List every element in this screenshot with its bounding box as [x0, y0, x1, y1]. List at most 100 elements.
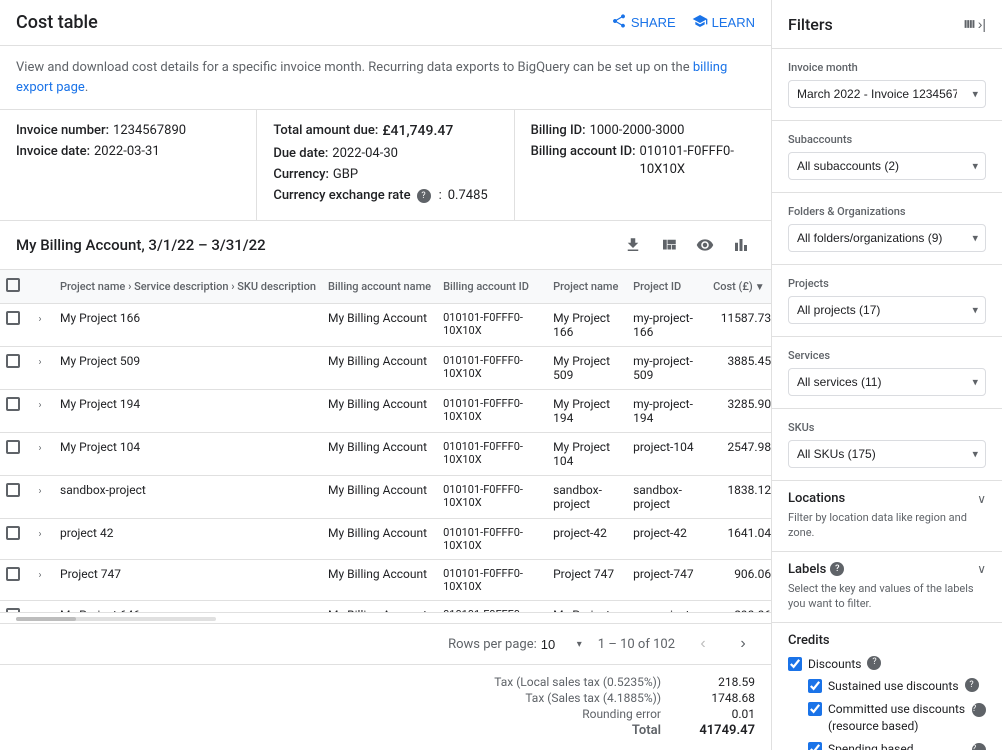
folders-select[interactable]: All folders/organizations (9): [788, 224, 986, 252]
table-body: › My Project 166 My Billing Account 0101…: [0, 304, 771, 612]
discounts-checkbox-label[interactable]: Discounts ?: [788, 656, 986, 673]
invoice-date-label: Invoice date:: [16, 143, 90, 161]
labels-help-icon[interactable]: ?: [830, 562, 844, 576]
filter-credits: Credits Discounts ? Sustained use discou…: [772, 623, 1002, 750]
services-select[interactable]: All services (11): [788, 368, 986, 396]
discounts-checkbox[interactable]: [788, 657, 802, 671]
table-row: › project 42 My Billing Account 010101-F…: [0, 519, 771, 560]
row-expand-cell[interactable]: ›: [26, 390, 54, 433]
summary-row-value: 41749.47: [685, 723, 755, 738]
data-table-wrapper: Project name › Service description › SKU…: [0, 269, 771, 612]
exchange-help-icon[interactable]: ?: [417, 189, 431, 203]
committed-use-label[interactable]: Committed use discounts (resource based)…: [808, 701, 986, 735]
share-button[interactable]: SHARE: [611, 13, 676, 32]
row-expand-cell[interactable]: ›: [26, 519, 54, 560]
skus-select[interactable]: All SKUs (175): [788, 440, 986, 468]
discounts-help-icon[interactable]: ?: [867, 656, 881, 670]
summary-row-value: 218.59: [685, 675, 755, 689]
prev-page-button[interactable]: ‹: [691, 632, 715, 656]
row-expand-cell[interactable]: ›: [26, 560, 54, 601]
billing-account-label: Billing account ID:: [531, 143, 636, 179]
filter-locations: Locations ∨ Filter by location data like…: [772, 481, 1002, 552]
summary-footer: Tax (Local sales tax (0.5235%)) 218.59 T…: [0, 664, 771, 750]
locations-header[interactable]: Locations ∨: [788, 491, 986, 506]
invoice-block-right: Billing ID: 1000-2000-3000 Billing accou…: [515, 110, 771, 220]
filter-services: Services All services (11): [772, 337, 1002, 409]
sustained-use-checkbox[interactable]: [808, 679, 822, 693]
learn-button[interactable]: LEARN: [692, 13, 755, 32]
row-checkbox-cell[interactable]: [0, 519, 26, 560]
locations-chevron: ∨: [977, 492, 986, 506]
row-expand-cell[interactable]: ›: [26, 476, 54, 519]
row-expand-btn[interactable]: ›: [32, 568, 48, 584]
filter-folders: Folders & Organizations All folders/orga…: [772, 193, 1002, 265]
labels-header[interactable]: Labels ? ∨: [788, 562, 986, 577]
row-expand-btn[interactable]: ›: [32, 441, 48, 457]
row-expand-cell[interactable]: ›: [26, 433, 54, 476]
discounts-group: Discounts ? Sustained use discounts ? Co…: [788, 656, 986, 750]
summary-row: Tax (Sales tax (4.1885%)) 1748.68: [16, 691, 755, 705]
row-expand-cell[interactable]: ›: [26, 347, 54, 390]
columns-button[interactable]: [655, 231, 683, 259]
row-checkbox-cell[interactable]: [0, 390, 26, 433]
table-row: › My Project 509 My Billing Account 0101…: [0, 347, 771, 390]
invoice-number-value: 1234567890: [113, 122, 186, 140]
spending-based-label[interactable]: Spending based discounts (contractual) ?: [808, 741, 986, 750]
row-checkbox-cell[interactable]: [0, 433, 26, 476]
due-date-label: Due date:: [273, 145, 328, 163]
collapse-filters-button[interactable]: ›|: [962, 12, 986, 36]
page-title: Cost table: [16, 12, 98, 33]
discounts-sub-group: Sustained use discounts ? Committed use …: [808, 678, 986, 750]
cost-table: Project name › Service description › SKU…: [0, 269, 771, 612]
invoice-month-select[interactable]: March 2022 - Invoice 1234567890: [788, 80, 986, 108]
row-checkbox-cell[interactable]: [0, 347, 26, 390]
sustained-help-icon[interactable]: ?: [965, 678, 979, 692]
row-checkbox-cell[interactable]: [0, 304, 26, 347]
row-checkbox-cell[interactable]: [0, 476, 26, 519]
chart-button[interactable]: [727, 231, 755, 259]
row-project-id: my-project-166: [627, 304, 707, 347]
labels-desc: Select the key and values of the labels …: [788, 581, 986, 612]
committed-use-checkbox[interactable]: [808, 702, 822, 716]
row-billing-id: 010101-F0FFF0-10X10X: [437, 476, 547, 519]
table-title: My Billing Account, 3/1/22 – 3/31/22: [16, 236, 266, 254]
row-billing-id: 010101-F0FFF0-10X10X: [437, 601, 547, 612]
projects-select[interactable]: All projects (17): [788, 296, 986, 324]
next-page-button[interactable]: ›: [731, 632, 755, 656]
row-project-name: My Project 166: [54, 304, 322, 347]
row-expand-cell[interactable]: ›: [26, 304, 54, 347]
labels-chevron: ∨: [977, 562, 986, 576]
th-checkbox[interactable]: [0, 270, 26, 304]
row-billing-name: My Billing Account: [322, 560, 437, 601]
row-expand-btn[interactable]: ›: [32, 312, 48, 328]
horizontal-scrollbar[interactable]: [16, 617, 216, 621]
invoice-block-middle: Total amount due: £41,749.47 Due date: 2…: [257, 110, 514, 220]
row-expand-cell[interactable]: ›: [26, 601, 54, 612]
row-project-name: My Project 646: [54, 601, 322, 612]
th-cost[interactable]: Cost (£)▼: [707, 270, 771, 304]
spending-based-checkbox[interactable]: [808, 742, 822, 750]
spending-help-icon[interactable]: ?: [972, 743, 986, 750]
committed-help-icon[interactable]: ?: [972, 703, 986, 717]
row-project-name: Project 747: [54, 560, 322, 601]
filter-skus: SKUs All SKUs (175): [772, 409, 1002, 481]
row-cost: 890.06: [707, 601, 771, 612]
row-expand-btn[interactable]: ›: [32, 527, 48, 543]
row-expand-btn[interactable]: ›: [32, 398, 48, 414]
subaccounts-select[interactable]: All subaccounts (2): [788, 152, 986, 180]
row-project: My Project 104: [547, 433, 627, 476]
row-expand-btn[interactable]: ›: [32, 484, 48, 500]
row-project: My Project 509: [547, 347, 627, 390]
row-billing-name: My Billing Account: [322, 476, 437, 519]
row-checkbox-cell[interactable]: [0, 601, 26, 612]
visibility-button[interactable]: [691, 231, 719, 259]
table-row: › My Project 166 My Billing Account 0101…: [0, 304, 771, 347]
committed-use-text: Committed use discounts (resource based): [828, 701, 966, 735]
filter-labels: Labels ? ∨ Select the key and values of …: [772, 552, 1002, 623]
row-billing-id: 010101-F0FFF0-10X10X: [437, 304, 547, 347]
row-expand-btn[interactable]: ›: [32, 355, 48, 371]
download-button[interactable]: [619, 231, 647, 259]
sustained-use-label[interactable]: Sustained use discounts ?: [808, 678, 986, 695]
rows-per-page-select[interactable]: 10 25 50 100: [541, 637, 575, 652]
row-checkbox-cell[interactable]: [0, 560, 26, 601]
